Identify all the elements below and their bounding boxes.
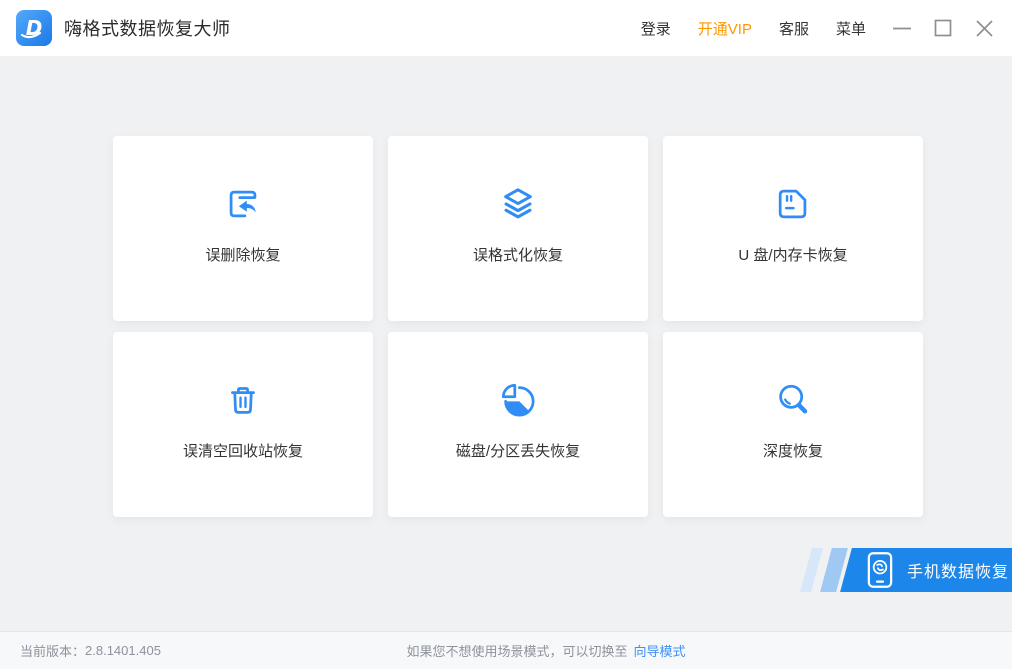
- close-icon: [975, 19, 994, 38]
- layers-icon: [494, 180, 542, 228]
- app-logo-icon: D: [16, 10, 52, 46]
- card-label: 误格式化恢复: [473, 244, 563, 265]
- mode-hint-text: 如果您不想使用场景模式，可以切换至: [406, 641, 627, 660]
- nav-customer-service[interactable]: 客服: [779, 18, 809, 39]
- maximize-button[interactable]: [933, 18, 953, 38]
- trash-icon: [219, 376, 267, 424]
- banner-stripe-light: [800, 548, 823, 592]
- scene-card-grid: 误删除恢复 误格式化恢复 U 盘/内存卡恢复: [113, 136, 923, 517]
- version-label: 当前版本：: [20, 641, 85, 660]
- card-recycle-recovery[interactable]: 误清空回收站恢复: [113, 332, 373, 517]
- magnifier-icon: [769, 376, 817, 424]
- card-label: 误清空回收站恢复: [183, 440, 303, 461]
- card-label: U 盘/内存卡恢复: [738, 244, 847, 265]
- close-button[interactable]: [974, 18, 994, 38]
- card-label: 误删除恢复: [205, 244, 280, 265]
- nav-login[interactable]: 登录: [641, 18, 671, 39]
- app-title: 嗨格式数据恢复大师: [64, 15, 231, 41]
- footer: 当前版本： 2.8.1401.405 如果您不想使用场景模式，可以切换至 向导模…: [0, 631, 1012, 669]
- phone-recovery-label: 手机数据恢复: [907, 558, 1009, 582]
- nav-menu[interactable]: 菜单: [836, 18, 866, 39]
- minimize-button[interactable]: [892, 18, 912, 38]
- top-nav: 登录 开通VIP 客服 菜单: [641, 18, 866, 39]
- window-controls: [892, 18, 996, 38]
- minimize-icon: [892, 18, 912, 38]
- nav-open-vip[interactable]: 开通VIP: [698, 18, 752, 39]
- card-usb-card-recovery[interactable]: U 盘/内存卡恢复: [663, 136, 923, 321]
- phone-recovery-banner-content[interactable]: 手机数据恢复: [852, 548, 1012, 592]
- titlebar: D 嗨格式数据恢复大师 登录 开通VIP 客服 菜单: [0, 0, 1012, 56]
- mode-switch-hint: 如果您不想使用场景模式，可以切换至 向导模式: [406, 632, 685, 669]
- version-number: 2.8.1401.405: [85, 643, 161, 658]
- card-deleted-recovery[interactable]: 误删除恢复: [113, 136, 373, 321]
- wizard-mode-link[interactable]: 向导模式: [634, 641, 686, 660]
- version-info: 当前版本： 2.8.1401.405: [20, 632, 161, 669]
- pie-chart-icon: [494, 376, 542, 424]
- card-format-recovery[interactable]: 误格式化恢复: [388, 136, 648, 321]
- app-window: D 嗨格式数据恢复大师 登录 开通VIP 客服 菜单: [0, 0, 1012, 669]
- svg-text:D: D: [26, 16, 43, 40]
- maximize-icon: [934, 19, 952, 37]
- card-deep-recovery[interactable]: 深度恢复: [663, 332, 923, 517]
- card-label: 磁盘/分区丢失恢复: [456, 440, 580, 461]
- phone-icon: [867, 551, 893, 589]
- card-partition-recovery[interactable]: 磁盘/分区丢失恢复: [388, 332, 648, 517]
- sd-card-icon: [769, 180, 817, 228]
- undo-file-icon: [219, 180, 267, 228]
- card-label: 深度恢复: [763, 440, 823, 461]
